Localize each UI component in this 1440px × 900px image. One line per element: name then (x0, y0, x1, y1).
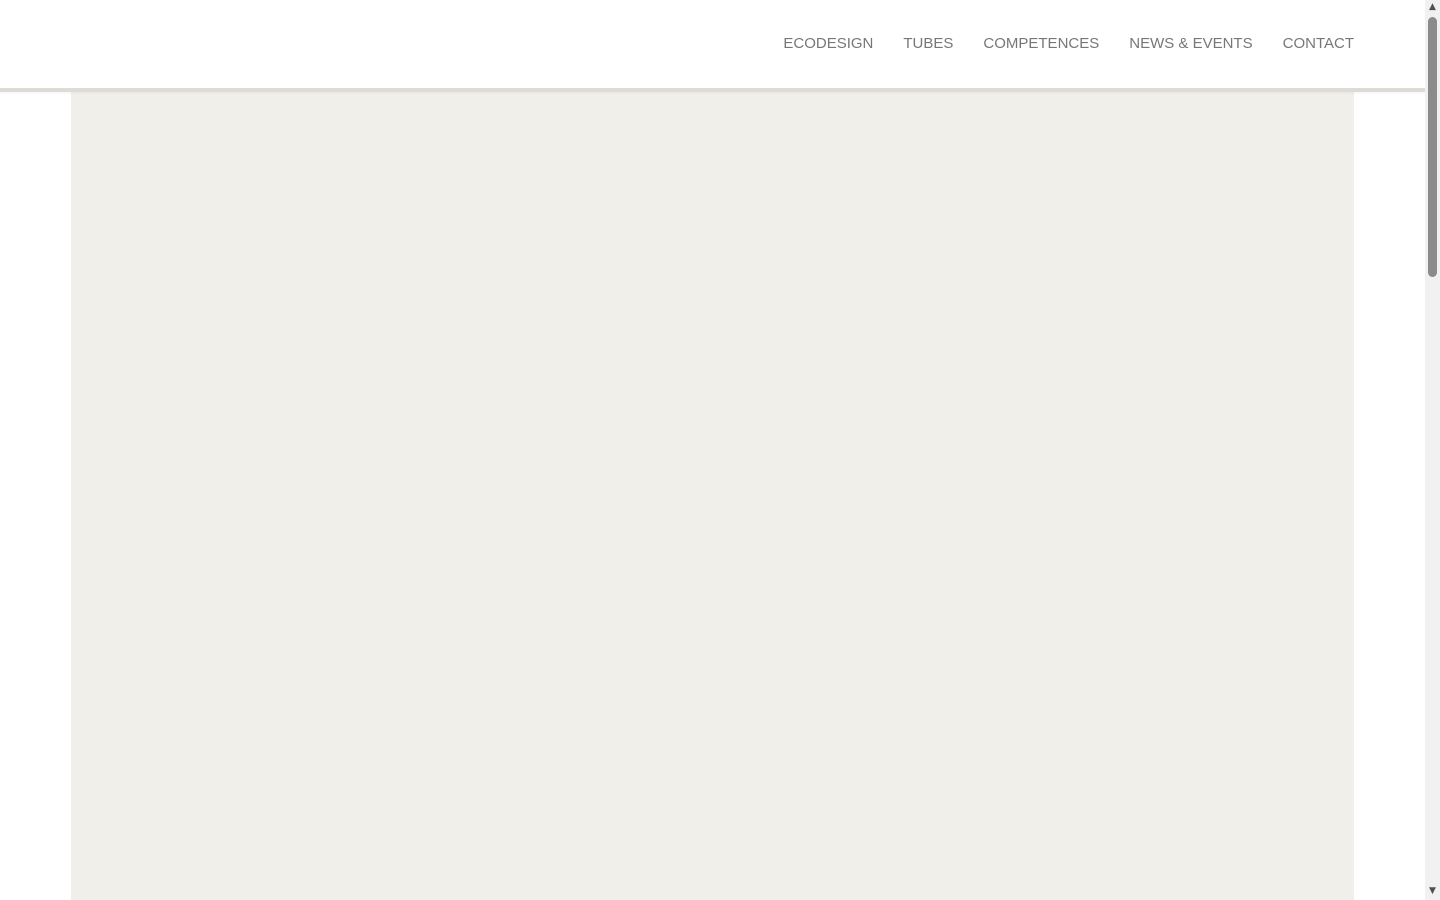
website-viewport: ECODESIGN TUBES COMPETENCES NEWS & EVENT… (0, 0, 1425, 900)
hero-panel (71, 88, 1354, 900)
scrollbar-thumb[interactable] (1428, 17, 1437, 277)
nav-link-competences[interactable]: COMPETENCES (983, 31, 1099, 57)
hero-faint-text (241, 195, 331, 215)
site-header: ECODESIGN TUBES COMPETENCES NEWS & EVENT… (0, 0, 1425, 88)
logo-area[interactable] (70, 18, 250, 70)
main-navigation: ECODESIGN TUBES COMPETENCES NEWS & EVENT… (783, 31, 1354, 57)
nav-link-contact[interactable]: CONTACT (1283, 31, 1354, 57)
vertical-scrollbar[interactable]: ▲ ▼ (1425, 0, 1440, 900)
nav-link-tubes[interactable]: TUBES (903, 31, 953, 57)
header-divider (0, 88, 1425, 92)
triangle-down-icon[interactable]: ▼ (1428, 887, 1437, 896)
browser-page: ECODESIGN TUBES COMPETENCES NEWS & EVENT… (0, 0, 1440, 900)
nav-link-news-events[interactable]: NEWS & EVENTS (1129, 31, 1252, 57)
triangle-up-icon[interactable]: ▲ (1428, 3, 1437, 12)
nav-link-ecodesign[interactable]: ECODESIGN (783, 31, 873, 57)
